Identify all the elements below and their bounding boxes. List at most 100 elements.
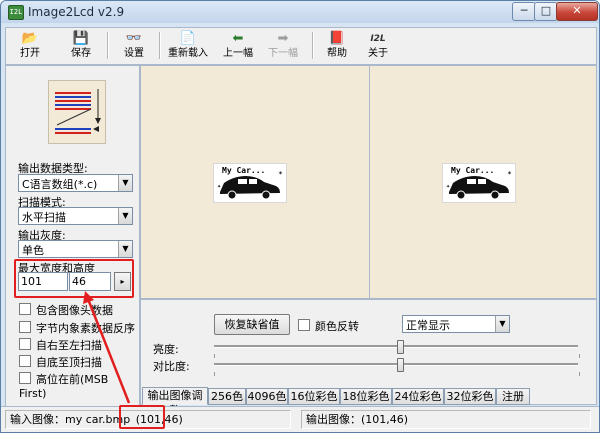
save-button[interactable]: 💾 保存 [63, 29, 99, 62]
contrast-label: 对比度: [153, 360, 190, 373]
checkbox-reverse-bytes[interactable]: 字节内象素数据反序 [19, 320, 135, 335]
checkbox-label: 颜色反转 [315, 320, 359, 333]
svg-text:✶: ✶ [278, 170, 283, 177]
car-caption: My Car... [222, 166, 265, 175]
right-arrow-icon: ➡ [277, 31, 289, 46]
tab-4096-color[interactable]: 4096色 [246, 388, 288, 405]
app-window: I2L Image2Lcd v2.9 ─ □ ✕ 📂 打开 💾 保存 👓 设置 … [0, 0, 600, 433]
tab-16bit-color[interactable]: 16位彩色 [288, 388, 340, 405]
display-mode-select[interactable]: 正常显示 ▼ [402, 315, 510, 333]
help-button[interactable]: 📕 帮助 [319, 29, 355, 62]
scan-mode-select[interactable]: 水平扫描 ▼ [18, 207, 133, 225]
svg-text:✦: ✦ [217, 184, 221, 190]
tab-24bit-color[interactable]: 24位彩色 [392, 388, 444, 405]
reload-button[interactable]: 📄 重新载入 [163, 29, 213, 62]
checkbox-box[interactable] [19, 338, 31, 350]
maximize-button[interactable]: □ [534, 2, 558, 21]
next-label: 下一幅 [268, 48, 298, 59]
open-button[interactable]: 📂 打开 [12, 29, 48, 62]
contrast-slider-thumb[interactable] [396, 358, 404, 372]
floppy-disk-icon: 💾 [72, 31, 90, 46]
settings-label: 设置 [124, 48, 144, 59]
checkbox-label: 字节内象素数据反序 [36, 322, 135, 335]
display-mode-value: 正常显示 [406, 319, 450, 332]
tab-bar: 输出图像调整 256色 4096色 16位彩色 18位彩色 24位彩色 32位彩… [142, 387, 597, 417]
checkbox-bottom-to-top[interactable]: 自底至顶扫描 [19, 354, 102, 369]
checkbox-include-header[interactable]: 包含图像头数据 [19, 302, 113, 317]
output-image-status: 输出图像：(101,46) [301, 410, 591, 429]
save-label: 保存 [71, 48, 91, 59]
output-gray-value: 单色 [22, 244, 44, 257]
title-bar[interactable]: I2L Image2Lcd v2.9 ─ □ ✕ [1, 1, 599, 23]
about-label: 关于 [368, 48, 388, 59]
checkbox-box[interactable] [19, 321, 31, 333]
tab-256-color[interactable]: 256色 [208, 388, 246, 405]
scan-mode-value: 水平扫描 [22, 211, 66, 224]
brightness-label: 亮度: [153, 343, 179, 356]
previous-image-button[interactable]: ⬅ 上一幅 [217, 29, 259, 62]
checkbox-msb-first[interactable]: 高位在前(MSB First) [19, 371, 139, 400]
about-button[interactable]: I2L 关于 [360, 29, 396, 62]
input-image-preview: My Car... ✶ ✦ [140, 65, 370, 299]
svg-text:✶: ✶ [507, 170, 512, 177]
tab-18bit-color[interactable]: 18位彩色 [340, 388, 392, 405]
output-gray-select[interactable]: 单色 ▼ [18, 240, 133, 258]
i2l-logo-icon: I2L [370, 34, 386, 44]
help-label: 帮助 [327, 48, 347, 59]
car-caption: My Car... [451, 166, 494, 175]
toolbar-separator [159, 32, 160, 59]
settings-button[interactable]: 👓 设置 [116, 29, 152, 62]
window-title: Image2Lcd v2.9 [28, 5, 125, 19]
toolbar-separator [312, 32, 313, 59]
checkbox-box[interactable] [19, 372, 31, 384]
open-folder-icon: 📂 [21, 31, 39, 46]
checkbox-box[interactable] [19, 355, 31, 367]
app-logo-icon[interactable]: I2L [8, 5, 24, 20]
svg-text:✦: ✦ [446, 184, 450, 190]
settings-panel: 输出数据类型: C语言数组(*.c) ▼ 扫描模式: 水平扫描 ▼ 输出灰度: … [5, 65, 140, 407]
help-book-icon: 📕 [328, 31, 346, 46]
car-image-icon: My Car... ✶ ✦ [446, 166, 512, 200]
output-image-preview: My Car... ✶ ✦ [369, 65, 597, 299]
checkbox-invert-color[interactable]: 颜色反转 [298, 318, 359, 333]
toolbar: 📂 打开 💾 保存 👓 设置 📄 重新载入 ⬅ 上一幅 ➡ 下一幅 📕 帮助 I… [5, 27, 597, 65]
tab-32bit-color[interactable]: 32位彩色 [444, 388, 496, 405]
checkbox-right-to-left[interactable]: 自右至左扫描 [19, 337, 102, 352]
tab-register[interactable]: 注册 [496, 388, 530, 405]
toolbar-separator [107, 32, 108, 59]
next-image-button[interactable]: ➡ 下一幅 [262, 29, 304, 62]
reload-document-icon: 📄 [179, 31, 197, 46]
glasses-icon: 👓 [125, 31, 143, 46]
tab-output-adjust[interactable]: 输出图像调整 [142, 387, 208, 417]
max-size-highlight-box [14, 259, 134, 298]
car-image-icon: My Car... ✶ ✦ [217, 166, 283, 200]
restore-default-button[interactable]: 恢复缺省值 [214, 314, 290, 335]
checkbox-box[interactable] [19, 303, 31, 315]
status-bar: 输入图像：my car.bmp (101,46) 输出图像：(101,46) [1, 406, 599, 432]
output-type-value: C语言数组(*.c) [22, 178, 98, 191]
checkbox-label: 包含图像头数据 [36, 304, 113, 317]
open-label: 打开 [20, 48, 40, 59]
chevron-down-icon[interactable]: ▼ [495, 316, 509, 332]
minimize-button[interactable]: ─ [512, 2, 536, 21]
input-car-image: My Car... ✶ ✦ [213, 163, 287, 203]
checkbox-box[interactable] [298, 319, 310, 331]
reload-label: 重新载入 [168, 48, 208, 59]
chevron-down-icon[interactable]: ▼ [118, 241, 132, 257]
checkbox-label: 自右至左扫描 [36, 339, 102, 352]
input-size-highlight-box [119, 405, 165, 429]
chevron-down-icon[interactable]: ▼ [118, 208, 132, 224]
scan-mode-illustration [48, 80, 106, 144]
checkbox-label: 自底至顶扫描 [36, 356, 102, 369]
close-button[interactable]: ✕ [556, 2, 598, 21]
chevron-down-icon[interactable]: ▼ [118, 175, 132, 191]
input-image-name: 输入图像：my car.bmp [10, 413, 131, 426]
brightness-slider-thumb[interactable] [396, 340, 404, 354]
checkbox-label: 高位在前(MSB First) [19, 373, 109, 400]
previous-label: 上一幅 [223, 48, 253, 59]
scan-direction-icon [55, 89, 101, 134]
contrast-ticks [214, 372, 580, 376]
output-car-image: My Car... ✶ ✦ [442, 163, 516, 203]
output-type-select[interactable]: C语言数组(*.c) ▼ [18, 174, 133, 192]
left-arrow-icon: ⬅ [232, 31, 244, 46]
